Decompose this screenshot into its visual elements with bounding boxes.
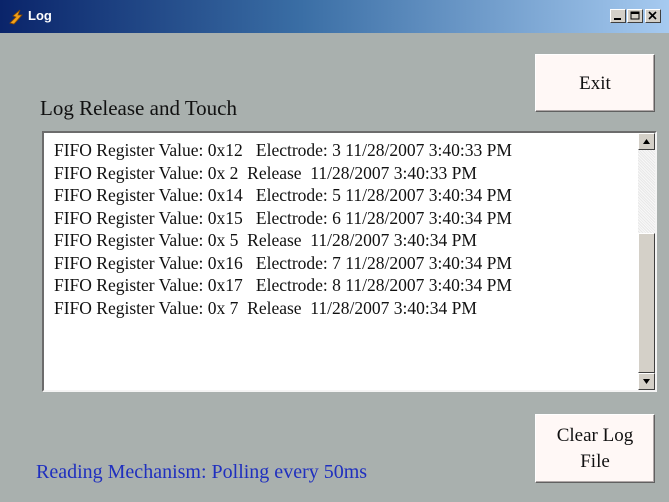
list-item[interactable]: FIFO Register Value: 0x 7 Release 11/28/… [54,297,512,320]
title-bar[interactable]: Log [0,0,669,33]
close-button[interactable] [645,9,661,23]
scroll-down-button[interactable] [638,373,655,390]
log-heading: Log Release and Touch [40,96,237,120]
list-item[interactable]: FIFO Register Value: 0x16 Electrode: 7 1… [54,252,512,275]
maximize-icon [630,11,640,20]
log-list: FIFO Register Value: 0x12 Electrode: 3 1… [54,139,512,319]
list-item[interactable]: FIFO Register Value: 0x15 Electrode: 6 1… [54,207,512,230]
minimize-icon [614,18,621,20]
exit-button-label: Exit [579,73,611,94]
list-item[interactable]: FIFO Register Value: 0x17 Electrode: 8 1… [54,274,512,297]
scroll-down-arrow-icon [643,379,650,384]
maximize-button[interactable] [627,9,643,23]
vertical-scrollbar[interactable] [638,133,655,390]
list-item[interactable]: FIFO Register Value: 0x 5 Release 11/28/… [54,229,512,252]
exit-button[interactable]: Exit [535,54,655,112]
list-item[interactable]: FIFO Register Value: 0x14 Electrode: 5 1… [54,184,512,207]
clear-log-button-line2: File [580,451,610,472]
list-item[interactable]: FIFO Register Value: 0x12 Electrode: 3 1… [54,139,512,162]
reading-mechanism-status: Reading Mechanism: Polling every 50ms [36,461,368,483]
scroll-up-button[interactable] [638,133,655,150]
close-icon [648,11,657,20]
scrollbar-thumb[interactable] [638,233,655,373]
list-item[interactable]: FIFO Register Value: 0x 2 Release 11/28/… [54,162,512,185]
log-listbox[interactable]: FIFO Register Value: 0x12 Electrode: 3 1… [42,131,657,392]
clear-log-file-button[interactable]: Clear Log File [535,414,655,483]
minimize-button[interactable] [610,9,626,23]
clear-log-button-line1: Clear Log [556,425,634,446]
log-window: Log Exit Log Release and Touch FIFO Regi… [0,0,669,502]
scroll-up-arrow-icon [643,139,650,144]
log-app-icon [8,8,26,26]
window-title: Log [28,8,52,23]
